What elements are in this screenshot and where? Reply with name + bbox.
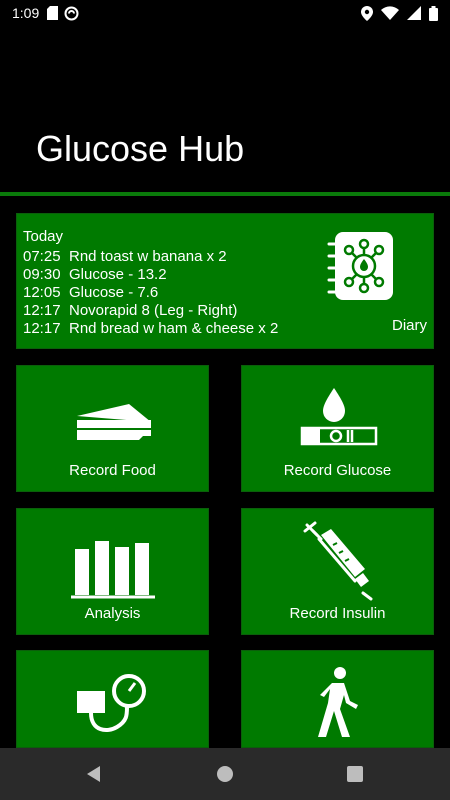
syringe-icon [303,521,372,601]
battery-icon [429,5,438,21]
wifi-icon [381,6,399,20]
diary-today-heading: Today [23,228,64,245]
diary-entry-time: 12:17 [23,302,61,319]
record-food-tile[interactable]: Record Food [16,365,209,492]
blood-pressure-tile[interactable] [16,650,209,748]
diary-entry: 07:25 Rnd toast w banana x 2 [23,248,278,266]
diary-notebook-icon [327,232,393,300]
diary-entry-time: 12:05 [23,284,61,301]
blood-pressure-monitor-icon [76,674,146,732]
diary-entry-text: Rnd bread w ham & cheese x 2 [69,320,279,337]
sd-card-icon [47,6,59,20]
header-divider [0,192,450,196]
analysis-tile[interactable]: Analysis [16,508,209,635]
diary-entry-time: 09:30 [23,266,61,283]
walking-person-icon [317,667,358,737]
diary-entry: 12:05 Glucose - 7.6 [23,284,278,302]
record-insulin-label: Record Insulin [289,605,386,622]
diary-entry: 12:17 Rnd bread w ham & cheese x 2 [23,320,278,338]
home-circle-icon[interactable] [215,764,235,784]
record-glucose-tile[interactable]: Record Glucose [241,365,434,492]
diary-entry-text: Glucose - 13.2 [69,266,167,283]
diary-label: Diary [391,317,427,334]
activity-tile[interactable] [241,650,434,748]
blood-drop-test-strip-icon [300,388,377,446]
status-bar: 1:09 [0,0,450,26]
diary-tile[interactable]: Today 07:25 Rnd toast w banana x 2 09:30 G… [16,213,434,349]
analysis-label: Analysis [84,605,141,622]
record-glucose-label: Record Glucose [283,462,392,479]
diary-entry-time: 07:25 [23,248,61,265]
back-triangle-icon[interactable] [84,764,104,784]
record-insulin-tile[interactable]: Record Insulin [241,508,434,635]
status-time: 1:09 [12,5,40,21]
diary-entry-text: Glucose - 7.6 [69,284,159,301]
diary-entry: 09:30 Glucose - 13.2 [23,266,278,284]
diary-entry-text: Rnd toast w banana x 2 [69,248,227,265]
signal-icon [407,6,421,20]
diary-entries: 07:25 Rnd toast w banana x 2 09:30 Glucose… [23,248,278,338]
record-food-label: Record Food [69,462,156,479]
nav-bar [0,748,450,800]
diary-entry-text: Novorapid 8 (Leg - Right) [69,302,238,319]
sandwich-icon [76,404,151,440]
location-icon [361,5,373,21]
diary-entry-time: 12:17 [23,320,61,337]
recents-square-icon[interactable] [345,764,365,784]
app-title: Glucose Hub [36,128,245,169]
bar-chart-icon [70,541,155,599]
diary-entry: 12:17 Novorapid 8 (Leg - Right) [23,302,278,320]
sync-icon [64,6,79,20]
